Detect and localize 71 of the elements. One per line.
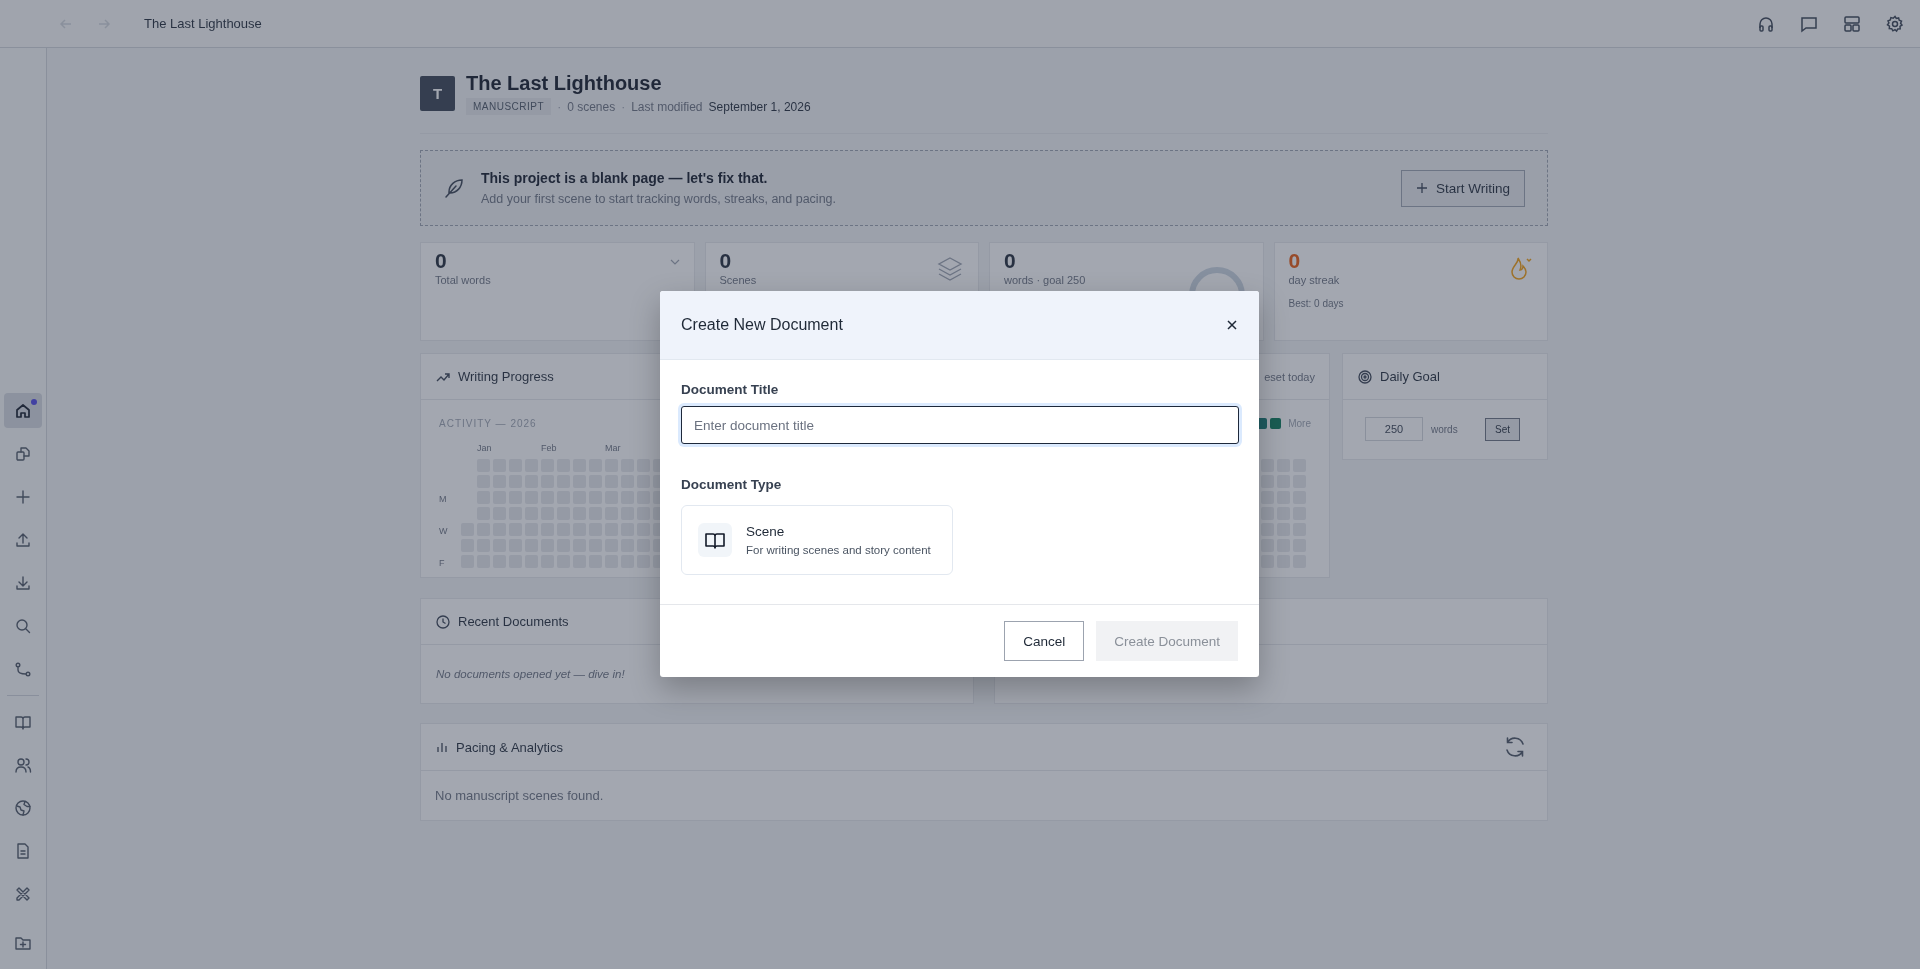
stat-value: 0 [1004,249,1016,273]
day-label: M [439,493,448,506]
folder-plus-icon [14,934,32,953]
project-heading: The Last Lighthouse [466,72,663,95]
reset-today-link[interactable]: eset today [1264,370,1315,383]
stat-label: day streak [1288,274,1341,286]
target-icon [1358,369,1372,384]
title-input[interactable]: Enter document title [681,406,1239,444]
empty-message: No documents opened yet — dive in! [436,668,625,680]
dialog-title: Create New Document [681,316,843,334]
stat-note: Best: 0 days [1288,298,1345,309]
start-writing-button[interactable]: Start Writing [1400,169,1525,207]
goal-input[interactable]: 250 [1365,417,1423,441]
stat-value: 0 [1288,249,1301,273]
stat-value: 0 [719,249,732,273]
field-label: Document Title [681,382,780,397]
field-label: Document Type [681,477,783,492]
bar-chart-icon [436,741,448,753]
card-title: Pacing & Analytics [456,739,563,755]
set-button[interactable]: Set [1485,417,1520,441]
stat-label: words · goal 250 [1004,274,1087,286]
plus-icon [14,487,32,506]
legend-swatch [1270,418,1282,429]
last-modified-label: Last modified [631,99,703,114]
month-label: Feb [541,443,557,453]
day-label: W [439,525,449,538]
project-title: The Last Lighthouse [144,16,262,31]
stat-label: Total words [435,274,492,286]
tools-icon [14,885,32,904]
stat-label: Scenes [719,274,758,286]
stat-value: 0 [435,249,447,273]
type-option[interactable]: Scene For writing scenes and story content [681,505,953,575]
download-icon [14,574,32,593]
card-title: Writing Progress [458,369,554,384]
chat-icon[interactable] [1800,14,1818,33]
unit-label: words [1431,423,1458,435]
chevron-icon [669,259,680,265]
scene-count: 0 scenes [567,99,616,114]
project-avatar: T [420,76,455,111]
plus-icon [1415,182,1428,194]
cancel-button[interactable]: Cancel [1004,621,1085,661]
refresh-icon[interactable] [1503,735,1527,759]
layout-icon[interactable] [1843,14,1861,33]
clock-icon [436,614,450,629]
month-label: Jan [477,443,492,453]
close-icon[interactable] [1227,320,1237,330]
empty-message: No manuscript scenes found. [435,788,604,803]
search-icon [14,617,32,636]
banner-title: This project is a blank page — let's fix that. [481,170,769,186]
sidebar-item[interactable] [4,393,42,429]
month-label: Mar [605,443,621,453]
document-icon [14,842,32,861]
type-badge: MANUSCRIPT [466,98,552,115]
card-title: Recent Documents [458,614,569,629]
users-icon [14,755,32,774]
banner-subtitle: Add your first scene to start tracking words, streaks, and pacing. [481,192,837,206]
branch-icon [14,660,32,679]
layers-icon [936,255,964,283]
headphones-icon[interactable] [1757,14,1775,33]
separator-dot: · [557,99,562,114]
settings-icon[interactable] [1886,14,1904,33]
upload-icon [14,531,32,550]
copy-icon [14,444,32,463]
day-label: F [439,557,446,570]
book-icon [698,523,732,557]
separator-dot: · [621,99,626,114]
globe-icon [14,798,32,817]
home-icon [14,401,32,420]
last-modified-date: September 1, 2026 [708,99,811,114]
feather-icon [443,177,465,199]
card-title: Daily Goal [1380,369,1440,384]
